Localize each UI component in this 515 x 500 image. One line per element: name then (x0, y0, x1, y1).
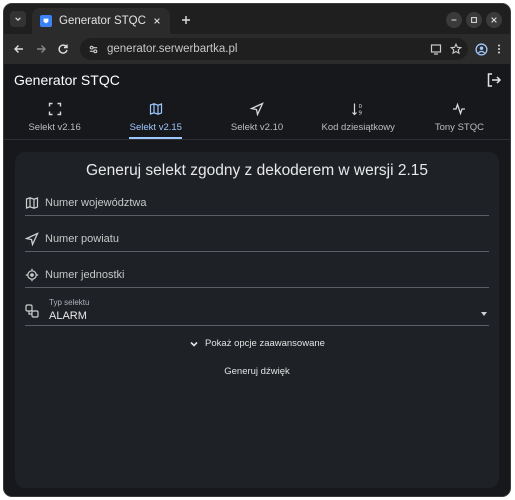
more-vert-icon (498, 44, 500, 54)
tab-title: Generator STQC (59, 15, 146, 27)
shapes-icon (25, 304, 39, 318)
plus-icon (182, 16, 190, 24)
target-icon (25, 268, 39, 282)
tab-search-button[interactable] (10, 11, 26, 27)
dropdown-caret-icon (481, 312, 487, 316)
avatar-icon (474, 42, 488, 56)
jednostka-placeholder: Numer jednostki (45, 268, 125, 281)
advanced-options-label: Pokaż opcje zaawansowane (205, 338, 325, 349)
map-icon (25, 196, 39, 210)
favicon-icon (40, 15, 52, 27)
chevron-down-icon (190, 341, 198, 347)
arrow-right-icon (37, 45, 46, 53)
app-title: Generator STQC (14, 72, 120, 88)
form-heading: Generuj selekt zgodny z dekoderem w wers… (85, 162, 429, 179)
jednostka-field[interactable]: Numer jednostki (25, 262, 489, 288)
cast-icon[interactable] (430, 43, 442, 55)
reload-icon (58, 44, 68, 54)
sort-numeric-icon: 09 (352, 103, 363, 117)
form-card: Generuj selekt zgodny z dekoderem w wers… (15, 152, 499, 488)
map-icon (149, 103, 162, 115)
wojewodztwo-field[interactable]: Numer województwa (25, 190, 489, 216)
reload-button[interactable] (52, 38, 74, 60)
fullscreen-icon (48, 102, 61, 116)
url-text: generator.serwerbartka.pl (107, 43, 238, 55)
close-tab-button[interactable] (150, 14, 164, 28)
navigation-icon (250, 102, 264, 116)
wojewodztwo-placeholder: Numer województwa (45, 196, 147, 209)
tab-selekt-v2-16[interactable]: Selekt v2.16 (4, 96, 105, 139)
site-settings-icon (89, 45, 98, 53)
bookmark-star-icon[interactable] (450, 43, 462, 55)
tab-tony-stqc[interactable]: Tony STQC (409, 96, 510, 139)
address-bar[interactable]: generator.serwerbartka.pl (80, 38, 468, 60)
browser-window: Generator STQC generator.serwerbartka.pl… (4, 4, 510, 496)
powiat-placeholder: Numer powiatu (45, 232, 119, 245)
svg-text:0: 0 (359, 104, 363, 110)
app-root: Generator STQC Selekt v2.16 Selekt v2.15… (4, 64, 510, 496)
pulse-icon (453, 102, 466, 116)
close-icon (154, 18, 160, 24)
maximize-icon (471, 17, 477, 23)
advanced-options-toggle[interactable]: Pokaż opcje zaawansowane (15, 338, 499, 349)
tab-label: Tony STQC (434, 122, 484, 133)
tab-label: Selekt v2.10 (230, 122, 284, 133)
tab-strip: Generator STQC (4, 4, 510, 34)
svg-text:9: 9 (359, 111, 363, 117)
generate-sound-button[interactable]: Generuj dźwięk (15, 366, 499, 377)
chevron-down-icon (15, 17, 21, 22)
tab-label: Kod dziesiątkowy (321, 122, 395, 133)
app-bar: Generator STQC (4, 64, 510, 96)
tab-selekt-v2-10[interactable]: Selekt v2.10 (206, 96, 307, 139)
new-tab-button[interactable] (178, 12, 194, 28)
forward-button[interactable] (30, 38, 52, 60)
typ-selektu-select[interactable]: Typ selektu ALARM (25, 294, 489, 326)
select-value: ALARM (49, 310, 87, 322)
arrow-left-icon (14, 45, 23, 53)
powiat-field[interactable]: Numer powiatu (25, 226, 489, 252)
back-button[interactable] (8, 38, 30, 60)
minimize-button[interactable] (446, 12, 462, 28)
maximize-button[interactable] (466, 12, 482, 28)
tab-selekt-v2-15[interactable]: Selekt v2.15 (105, 96, 206, 139)
close-icon (491, 17, 497, 23)
minimize-icon (451, 19, 457, 21)
select-label: Typ selektu (49, 298, 90, 307)
tab-label: Selekt v2.16 (28, 122, 81, 133)
tab-label: Selekt v2.15 (129, 122, 182, 133)
logout-icon (487, 73, 502, 87)
navigation-icon (25, 231, 39, 246)
browser-tab[interactable]: Generator STQC (32, 8, 170, 34)
nav-tabs: Selekt v2.16 Selekt v2.15 Selekt v2.10 0… (4, 96, 510, 140)
tab-kod-dziesiatkowy[interactable]: 09 Kod dziesiątkowy (308, 96, 409, 139)
close-window-button[interactable] (486, 12, 502, 28)
browser-menu-button[interactable] (488, 38, 510, 60)
logout-button[interactable] (486, 72, 502, 88)
